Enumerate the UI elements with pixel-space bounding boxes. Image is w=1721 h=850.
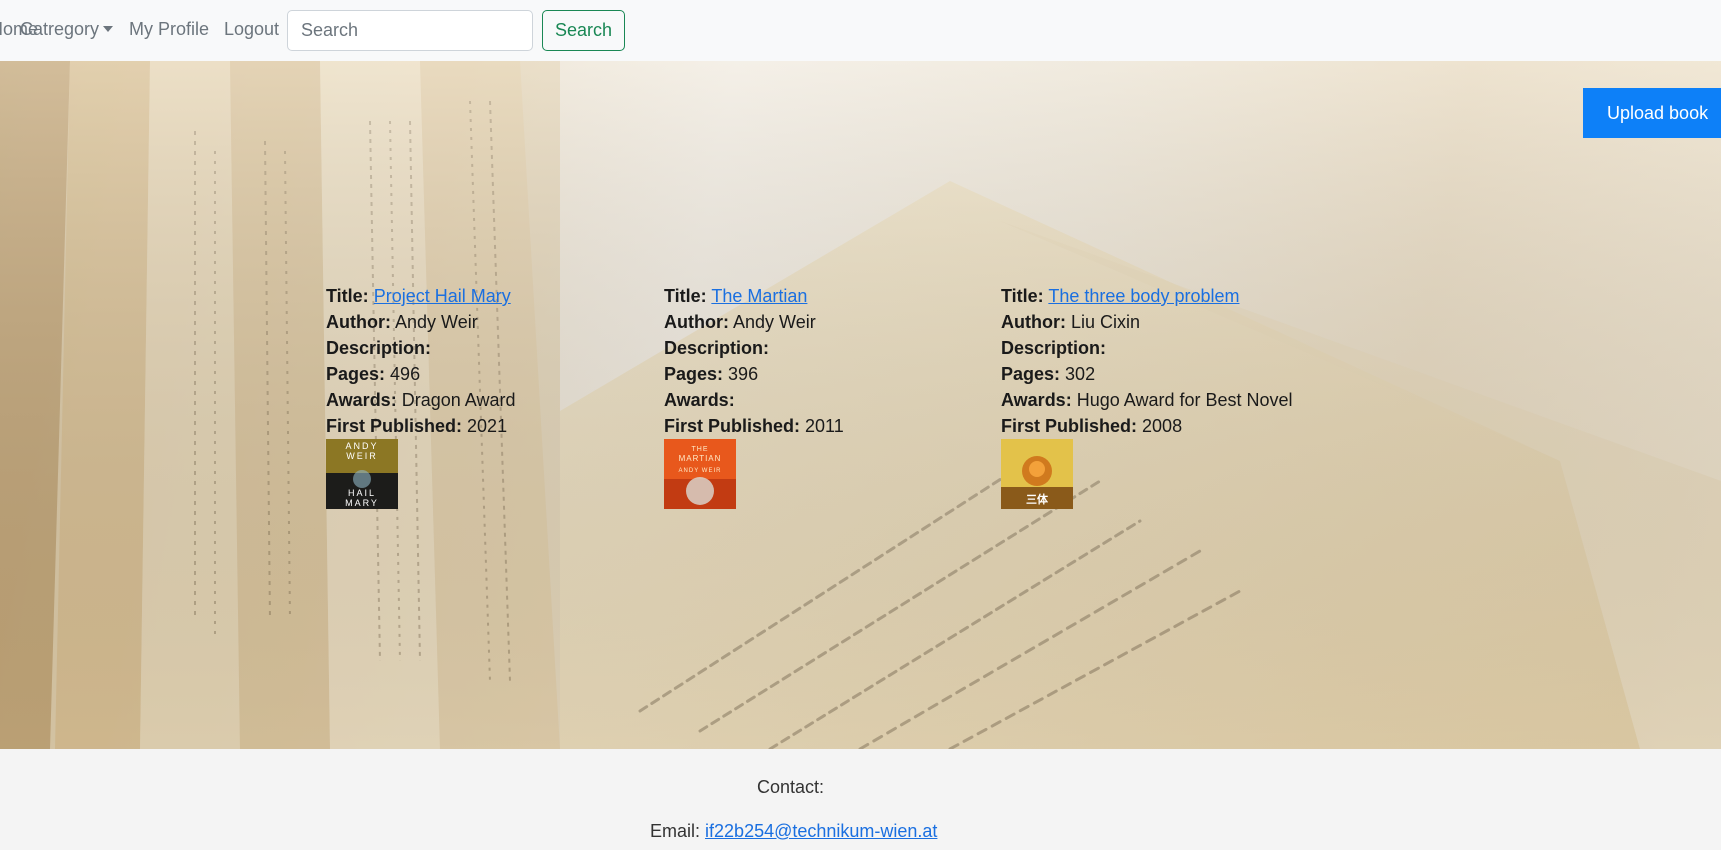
book-pages-row: Pages: 496: [326, 361, 656, 387]
book-pages: 496: [390, 364, 421, 384]
book-author: Andy Weir: [395, 312, 478, 332]
description-label: Description:: [664, 338, 770, 358]
svg-text:MARY: MARY: [345, 498, 379, 508]
book-title-row: Title: The three body problem: [1001, 283, 1331, 309]
hero-section: Upload book Title: Project Hail Mary Aut…: [0, 61, 1721, 749]
book-description-row: Description:: [1001, 335, 1331, 361]
author-label: Author:: [326, 312, 391, 332]
book-title-row: Title: The Martian: [664, 283, 994, 309]
book-awards: Hugo Award for Best Novel: [1076, 390, 1293, 410]
upload-book-button[interactable]: Upload book: [1583, 88, 1721, 138]
author-label: Author:: [664, 312, 729, 332]
awards-label: Awards:: [326, 390, 397, 410]
search-input[interactable]: [287, 10, 533, 51]
first-published-label: First Published:: [1001, 416, 1138, 436]
awards-label: Awards:: [1001, 390, 1072, 410]
book-card: Title: The Martian Author: Andy Weir Des…: [664, 283, 994, 509]
title-label: Title:: [326, 286, 369, 306]
book-first-published-row: First Published: 2021: [326, 413, 656, 439]
footer: Contact: Email: if22b254@technikum-wien.…: [0, 749, 1721, 850]
book-description-row: Description:: [326, 335, 656, 361]
book-awards-row: Awards:: [664, 387, 994, 413]
book-title-row: Title: Project Hail Mary: [326, 283, 656, 309]
nav-category-label: Catregory: [20, 19, 100, 39]
svg-text:WEIR: WEIR: [346, 451, 378, 461]
book-awards: Dragon Award: [401, 390, 516, 410]
book-pages-row: Pages: 396: [664, 361, 994, 387]
book-author: Liu Cixin: [1071, 312, 1141, 332]
author-label: Author:: [1001, 312, 1066, 332]
footer-email-label: Email:: [650, 821, 701, 841]
title-label: Title:: [664, 286, 707, 306]
book-cover-image: ANDY WEIR HAIL MARY: [326, 439, 398, 509]
svg-text:ANDY WEIR: ANDY WEIR: [679, 468, 722, 474]
book-title-link[interactable]: The three body problem: [1048, 286, 1239, 306]
book-first-published: 2011: [805, 416, 844, 436]
nav-category-dropdown[interactable]: Catregory: [20, 19, 114, 40]
search-button[interactable]: Search: [542, 10, 625, 51]
book-pages-row: Pages: 302: [1001, 361, 1331, 387]
pages-label: Pages:: [326, 364, 386, 384]
book-first-published-row: First Published: 2008: [1001, 413, 1331, 439]
svg-text:HAIL: HAIL: [348, 488, 376, 498]
book-author-row: Author: Liu Cixin: [1001, 309, 1331, 335]
book-first-published: 2008: [1142, 416, 1183, 436]
title-label: Title:: [1001, 286, 1044, 306]
book-pages: 396: [728, 364, 759, 384]
book-author-row: Author: Andy Weir: [326, 309, 656, 335]
book-awards-row: Awards: Hugo Award for Best Novel: [1001, 387, 1331, 413]
svg-text:ANDY: ANDY: [345, 441, 378, 451]
first-published-label: First Published:: [326, 416, 463, 436]
book-pages: 302: [1065, 364, 1096, 384]
book-author: Andy Weir: [733, 312, 816, 332]
book-author-row: Author: Andy Weir: [664, 309, 994, 335]
navbar: Home Catregory My Profile Logout Search: [0, 0, 1721, 61]
footer-contact-label: Contact:: [757, 777, 825, 797]
book-title-link[interactable]: The Martian: [711, 286, 807, 306]
book-awards-row: Awards: Dragon Award: [326, 387, 656, 413]
svg-text:三体: 三体: [1026, 492, 1049, 506]
book-cover-image: 三体: [1001, 439, 1073, 509]
description-label: Description:: [326, 338, 432, 358]
book-title-link[interactable]: Project Hail Mary: [374, 286, 511, 306]
book-card: Title: Project Hail Mary Author: Andy We…: [326, 283, 656, 509]
pages-label: Pages:: [1001, 364, 1061, 384]
caret-down-icon: [103, 26, 114, 32]
svg-text:MARTIAN: MARTIAN: [679, 454, 722, 463]
book-card: Title: The three body problem Author: Li…: [1001, 283, 1331, 509]
book-description-row: Description:: [664, 335, 994, 361]
awards-label: Awards:: [664, 390, 735, 410]
book-first-published-row: First Published: 2011: [664, 413, 994, 439]
svg-text:THE: THE: [692, 446, 709, 453]
nav-logout-link[interactable]: Logout: [224, 19, 279, 40]
description-label: Description:: [1001, 338, 1107, 358]
nav-my-profile-link[interactable]: My Profile: [129, 19, 209, 40]
book-first-published: 2021: [467, 416, 508, 436]
pages-label: Pages:: [664, 364, 724, 384]
first-published-label: First Published:: [664, 416, 801, 436]
footer-email-row: Email: if22b254@technikum-wien.at: [650, 821, 937, 842]
book-cover-image: THE MARTIAN ANDY WEIR: [664, 439, 736, 509]
footer-email-link[interactable]: if22b254@technikum-wien.at: [705, 821, 937, 841]
